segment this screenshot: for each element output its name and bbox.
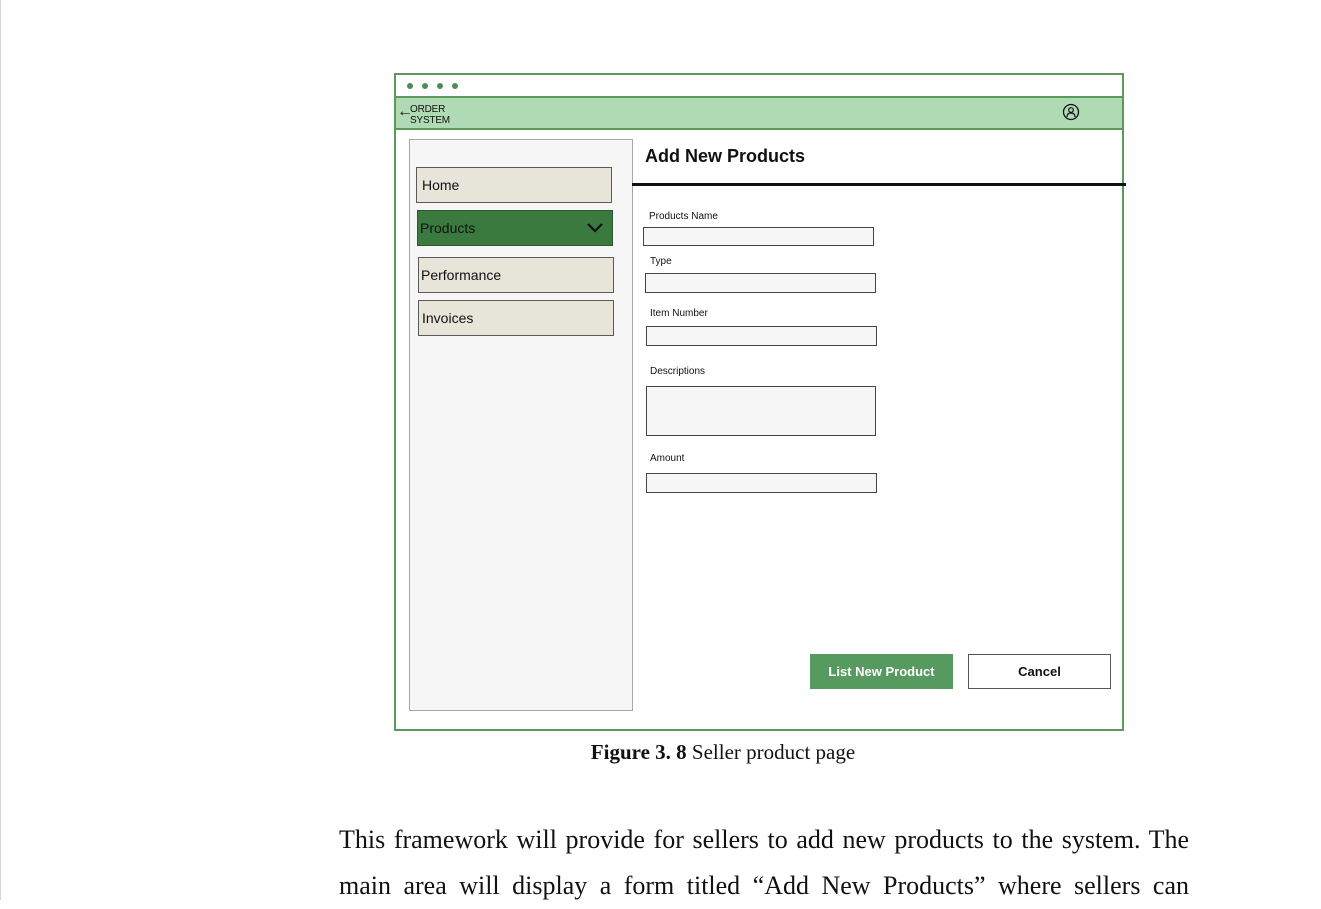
item-number-input[interactable] xyxy=(646,326,877,346)
paragraph-line: This framework will provide for sellers … xyxy=(339,825,1189,854)
sidebar-item-label: Performance xyxy=(421,267,502,283)
user-icon[interactable] xyxy=(1062,103,1080,121)
wireframe-window: ← ORDER SYSTEM Home Products Performance… xyxy=(394,73,1126,731)
app-name: ORDER SYSTEM xyxy=(410,104,460,126)
paragraph-line: main area will display a form titled “Ad… xyxy=(339,871,1189,900)
app-name-line1: ORDER xyxy=(410,104,446,115)
sidebar-item-products[interactable]: Products xyxy=(417,210,613,246)
field-label-item-number: Item Number xyxy=(650,308,708,319)
window-dot xyxy=(422,83,428,89)
sidebar-item-invoices[interactable]: Invoices xyxy=(418,300,614,336)
amount-input[interactable] xyxy=(646,473,877,493)
field-label-products-name: Products Name xyxy=(649,211,718,222)
figure-number: Figure 3. 8 xyxy=(590,740,687,764)
window-dot xyxy=(452,83,458,89)
field-label-amount: Amount xyxy=(650,453,685,464)
field-label-descriptions: Descriptions xyxy=(650,366,706,377)
sidebar-item-home[interactable]: Home xyxy=(416,167,612,203)
sidebar: Home Products Performance Invoices xyxy=(409,139,633,711)
figure-caption: Figure 3. 8 Seller product page xyxy=(0,740,1321,765)
sidebar-item-label: Products xyxy=(420,220,476,236)
sidebar-item-label: Home xyxy=(422,177,460,193)
field-label-type: Type xyxy=(650,256,672,267)
app-header: ← ORDER SYSTEM xyxy=(396,98,1122,130)
body-paragraph: This framework will provide for sellers … xyxy=(339,817,1189,909)
window-dot xyxy=(407,83,413,89)
chevron-down-icon[interactable] xyxy=(586,219,604,237)
list-new-product-button[interactable]: List New Product xyxy=(810,654,953,689)
cancel-button[interactable]: Cancel xyxy=(968,654,1111,689)
page-edge xyxy=(0,0,1,900)
window-dot xyxy=(437,83,443,89)
type-input[interactable] xyxy=(645,273,876,293)
sidebar-item-performance[interactable]: Performance xyxy=(418,257,614,293)
figure-caption-text: Seller product page xyxy=(686,740,856,764)
products-name-input[interactable] xyxy=(643,227,874,246)
window-titlebar xyxy=(396,75,1122,98)
page-title: Add New Products xyxy=(645,146,806,166)
app-name-line2: SYSTEM xyxy=(410,115,450,126)
title-divider xyxy=(632,183,1126,186)
descriptions-textarea[interactable] xyxy=(646,386,876,436)
sidebar-item-label: Invoices xyxy=(422,310,474,326)
